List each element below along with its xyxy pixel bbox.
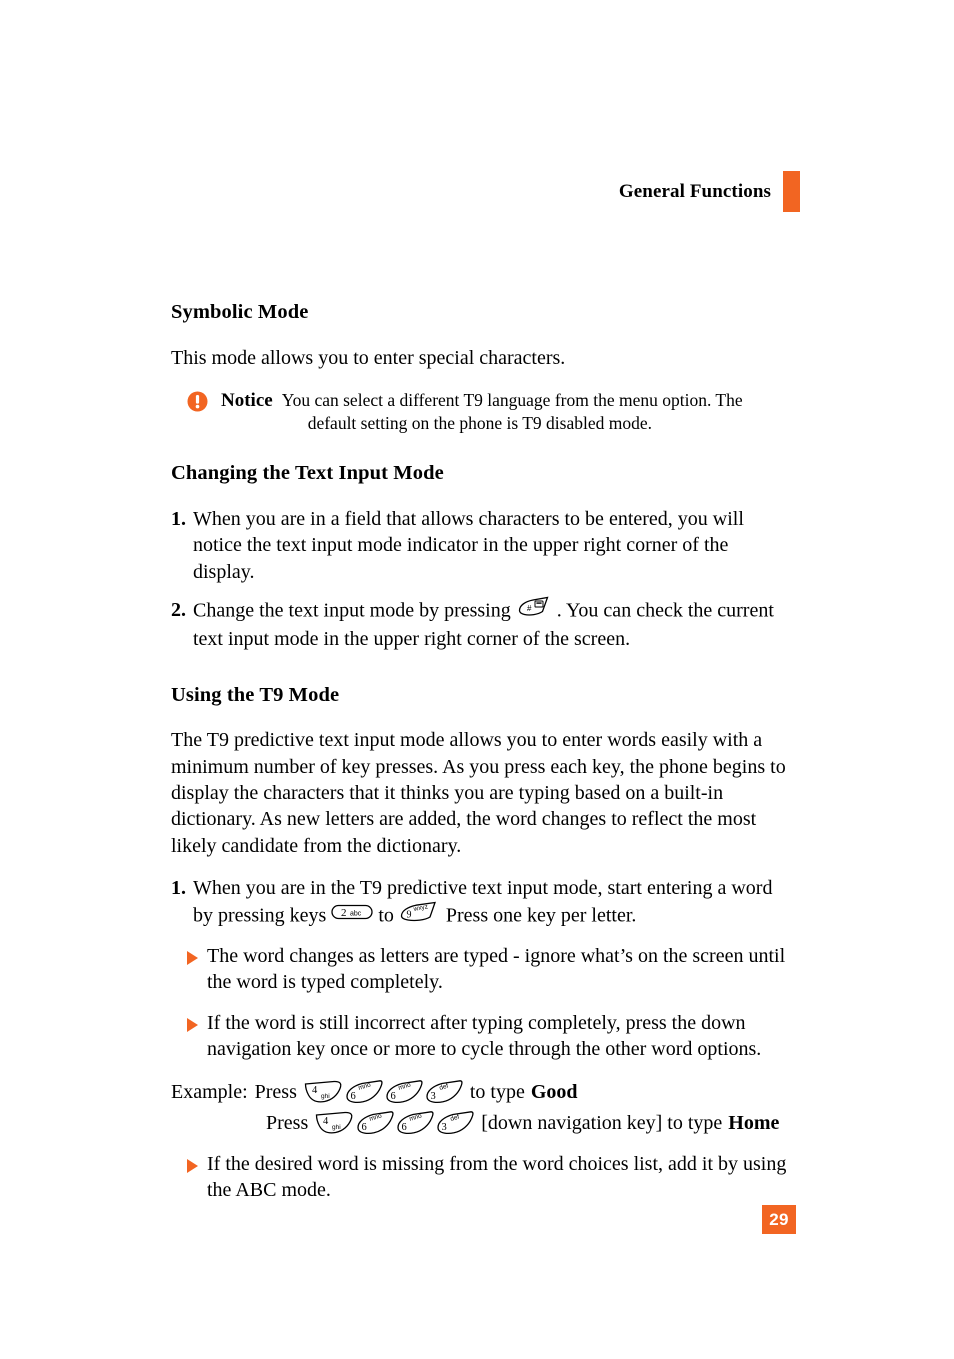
key-6-mno-icon: 6 mno [355, 1111, 395, 1135]
list-using-t9-mode: 1. When you are in the T9 predictive tex… [171, 875, 791, 931]
notice-text-line2: default setting on the phone is T9 disab… [307, 413, 652, 434]
svg-text:6: 6 [350, 1091, 355, 1102]
key-6-mno-icon: 6 mno [395, 1111, 435, 1135]
svg-text:def: def [438, 1083, 449, 1092]
example-block: Example: Press 4 ghi 6 mno 6 mno 3 def t… [171, 1077, 791, 1139]
svg-text:4: 4 [323, 1116, 329, 1127]
svg-text:4: 4 [312, 1085, 318, 1096]
svg-text:3: 3 [442, 1122, 447, 1133]
triangle-bullet-icon [187, 1158, 198, 1173]
example-tail-text: to type [469, 1081, 525, 1104]
example-press-label: Press [266, 1112, 309, 1135]
notice-label: Notice [221, 389, 273, 411]
svg-text:def: def [450, 1114, 461, 1123]
list-item-text: If the word is still incorrect after typ… [207, 1011, 762, 1061]
key-3-def-icon: 3 def [435, 1111, 475, 1135]
list-item-text: If the desired word is missing from the … [207, 1152, 787, 1201]
heading-symbolic-mode: Symbolic Mode [171, 301, 309, 323]
list-item: 1. When you are in the T9 predictive tex… [171, 875, 791, 931]
list-item-number: 1. [171, 507, 186, 530]
svg-text:ghi: ghi [332, 1124, 341, 1131]
list-changing-text-input-mode: 1. When you are in a field that allows c… [171, 506, 791, 653]
list-item: If the desired word is missing from the … [171, 1151, 791, 1204]
heading-using-t9-mode: Using the T9 Mode [171, 683, 340, 706]
list-item: The word changes as letters are typed - … [171, 943, 791, 996]
heading-changing-text-input-mode: Changing the Text Input Mode [171, 462, 444, 485]
list-item-text: When you are in a field that allows char… [193, 507, 744, 583]
svg-text:ghi: ghi [321, 1093, 330, 1100]
key-6-mno-icon: 6 mno [344, 1080, 384, 1104]
triangle-bullet-icon [187, 951, 198, 966]
list-item-text-after: Press one key per letter. [445, 903, 637, 926]
notice-callout: Notice You can select a different T9 lan… [171, 389, 791, 435]
svg-text:mno: mno [409, 1113, 424, 1124]
example-press-label: Press [254, 1081, 297, 1104]
example-row-good: Example: Press 4 ghi 6 mno 6 mno 3 def t… [171, 1077, 791, 1108]
header-accent-bar-icon [783, 170, 800, 212]
svg-text:#: # [527, 604, 532, 613]
list-item-text-middle: to [378, 903, 394, 926]
example-result-word: Good [530, 1081, 578, 1104]
list-item: 2. Change the text input mode by pressin… [171, 596, 791, 653]
page-number-badge: 29 [762, 1205, 796, 1234]
paragraph-symbolic-mode: This mode allows you to enter special ch… [171, 346, 566, 369]
list-item: If the word is still incorrect after typ… [171, 1010, 791, 1063]
example-label: Example: [171, 1081, 248, 1104]
notice-text: You can select a different T9 language f… [282, 389, 791, 435]
list-item-text: The word changes as letters are typed - … [207, 945, 786, 994]
manual-page: General Functions Symbolic Mode This mod… [0, 0, 954, 1359]
svg-text:6: 6 [390, 1091, 395, 1102]
svg-text:6: 6 [362, 1122, 367, 1133]
svg-text:mno: mno [369, 1113, 384, 1124]
svg-text:9: 9 [406, 909, 411, 920]
exclamation-circle-icon [187, 391, 208, 412]
list-item-number: 2. [171, 598, 186, 621]
svg-text:3: 3 [430, 1091, 435, 1102]
bullet-list-t9-tips: The word changes as letters are typed - … [171, 943, 791, 1063]
svg-text:2: 2 [341, 907, 347, 919]
list-item-number: 1. [171, 877, 186, 900]
svg-text:wxyz: wxyz [412, 903, 429, 913]
page-header: General Functions [0, 170, 800, 212]
svg-text:6: 6 [402, 1122, 407, 1133]
key-2-abc-icon: 2 abc [331, 902, 373, 929]
example-tail-text: [down navigation key] to type [481, 1112, 723, 1135]
page-content: Symbolic Mode This mode allows you to en… [171, 300, 791, 1217]
key-3-def-icon: 3 def [424, 1080, 464, 1104]
key-4-ghi-icon: 4 ghi [304, 1080, 344, 1104]
list-item: 1. When you are in a field that allows c… [171, 506, 791, 585]
list-item-text-before: Change the text input mode by pressing [193, 599, 511, 622]
svg-text:mno: mno [357, 1082, 372, 1093]
page-header-title: General Functions [618, 180, 771, 202]
paragraph-using-t9-mode: The T9 predictive text input mode allows… [171, 729, 786, 857]
svg-text:abc: abc [350, 910, 362, 917]
bullet-list-t9-final: If the desired word is missing from the … [171, 1151, 791, 1204]
triangle-bullet-icon [187, 1017, 198, 1032]
notice-text-line1: You can select a different T9 language f… [281, 389, 743, 410]
svg-text:mno: mno [397, 1082, 412, 1093]
key-6-mno-icon: 6 mno [384, 1080, 424, 1104]
example-result-word: Home [728, 1112, 780, 1135]
example-row-home: Press 4 ghi 6 mno 6 mno 3 def [down navi… [171, 1108, 791, 1139]
hash-key-icon: # [516, 596, 552, 625]
key-4-ghi-icon: 4 ghi [315, 1111, 355, 1135]
key-9-wxyz-icon: 9 wxyz [399, 901, 441, 930]
